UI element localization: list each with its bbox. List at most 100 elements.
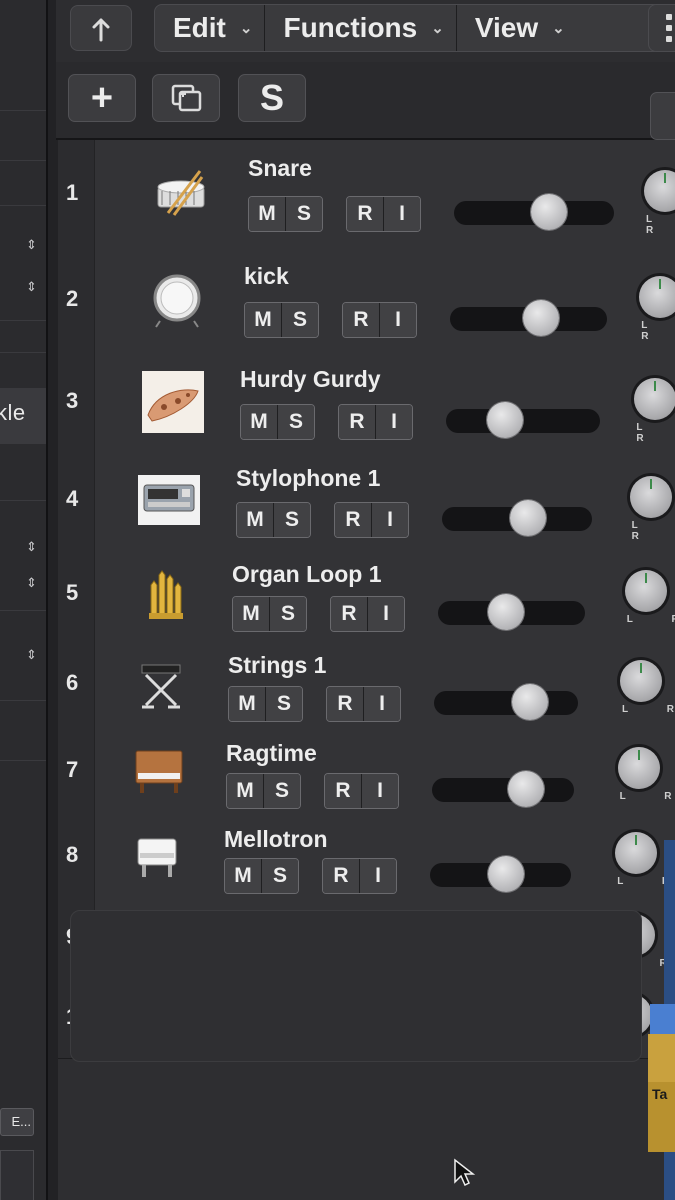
track-name[interactable]: Snare	[248, 155, 312, 182]
pan-knob[interactable]	[620, 660, 662, 702]
keyboard-stand-icon[interactable]	[130, 653, 192, 715]
kick-drum-icon[interactable]	[146, 269, 208, 331]
audio-region[interactable]	[648, 1034, 675, 1084]
solo-button[interactable]: S	[264, 773, 300, 808]
input-monitor-button[interactable]: I	[380, 303, 416, 338]
track-name[interactable]: Hurdy Gurdy	[240, 366, 381, 393]
record-enable-button[interactable]: R	[347, 197, 384, 232]
record-enable-button[interactable]: R	[335, 502, 372, 537]
empty-track-area[interactable]	[70, 910, 642, 1062]
volume-slider-thumb[interactable]	[488, 856, 524, 892]
pan-knob[interactable]	[639, 276, 675, 318]
track-row[interactable]: 4 Stylophone 1MSRIL R	[58, 452, 675, 549]
solo-button[interactable]: S	[278, 405, 314, 439]
global-solo-button[interactable]: S	[238, 74, 306, 122]
mellotron-icon[interactable]	[126, 825, 188, 887]
more-menu-button[interactable]	[648, 4, 675, 52]
volume-slider-thumb[interactable]	[510, 499, 546, 536]
volume-slider[interactable]	[454, 194, 614, 231]
track-number: 2	[66, 286, 79, 311]
track-row[interactable]: 6Strings 1MSRIL R	[58, 640, 675, 729]
menu-view[interactable]: View ⌄	[457, 5, 577, 51]
stepper-icon[interactable]: ⇕	[26, 540, 37, 553]
volume-slider-thumb[interactable]	[523, 300, 559, 337]
record-enable-button[interactable]: R	[327, 686, 364, 721]
volume-slider[interactable]	[432, 770, 574, 807]
hurdy-gurdy-icon[interactable]	[142, 371, 204, 433]
solo-button[interactable]: S	[270, 596, 306, 631]
track-row[interactable]: 5Organ Loop 1MSRIL R	[58, 548, 675, 641]
solo-button[interactable]: S	[282, 303, 318, 338]
inspector-bottom-button[interactable]: E...	[0, 1108, 34, 1136]
mute-button[interactable]: M	[241, 405, 278, 439]
volume-slider[interactable]	[446, 402, 600, 438]
menu-edit[interactable]: Edit ⌄	[155, 5, 266, 51]
pan-knob[interactable]	[644, 170, 675, 212]
track-row[interactable]: 2 kick M S R I L R	[58, 248, 675, 353]
pan-knob[interactable]	[634, 378, 675, 420]
track-name[interactable]: Organ Loop 1	[232, 561, 382, 588]
stepper-icon[interactable]: ⇕	[26, 280, 37, 293]
stepper-icon[interactable]: ⇕	[26, 238, 37, 251]
volume-slider[interactable]	[450, 300, 607, 337]
record-enable-button[interactable]: R	[343, 303, 380, 338]
solo-button[interactable]: S	[286, 197, 322, 232]
mute-button[interactable]: M	[227, 773, 264, 808]
solo-button[interactable]: S	[266, 686, 302, 721]
input-monitor-button[interactable]: I	[384, 197, 420, 232]
input-monitor-button[interactable]: I	[376, 405, 412, 439]
volume-slider-thumb[interactable]	[531, 194, 567, 231]
mute-button[interactable]: M	[249, 197, 286, 232]
add-track-button[interactable]: +	[68, 74, 136, 122]
mute-button[interactable]: M	[237, 502, 274, 537]
record-enable-button[interactable]: R	[339, 405, 376, 439]
volume-slider[interactable]	[430, 856, 571, 892]
volume-slider-thumb[interactable]	[488, 593, 524, 630]
stepper-icon[interactable]: ⇕	[26, 648, 37, 661]
volume-slider-thumb[interactable]	[487, 402, 523, 438]
pan-knob[interactable]	[629, 476, 672, 518]
organ-pipes-icon[interactable]	[134, 563, 196, 625]
volume-slider[interactable]	[442, 499, 592, 536]
record-enable-button[interactable]: R	[323, 859, 360, 893]
pan-knob[interactable]	[615, 832, 658, 874]
region-header[interactable]	[650, 1004, 675, 1034]
pan-knob[interactable]	[624, 570, 667, 612]
input-monitor-button[interactable]: I	[362, 773, 398, 808]
upright-piano-icon[interactable]	[128, 740, 190, 802]
track-row[interactable]: 7RagtimeMSRIL R	[58, 728, 675, 815]
volume-slider-thumb[interactable]	[508, 770, 544, 807]
pan-knob[interactable]	[617, 747, 660, 789]
stepper-icon[interactable]: ⇕	[26, 576, 37, 589]
track-name[interactable]: kick	[244, 263, 289, 290]
snare-drum-icon[interactable]	[150, 163, 212, 225]
track-name[interactable]: Strings 1	[228, 652, 326, 679]
input-monitor-button[interactable]: I	[372, 502, 408, 537]
mute-solo-group: MS	[248, 196, 323, 233]
mute-button[interactable]: M	[225, 859, 262, 893]
solo-button[interactable]: S	[262, 859, 298, 893]
track-name[interactable]: Stylophone 1	[236, 465, 380, 492]
edge-toggle-button[interactable]	[650, 92, 675, 140]
menu-functions[interactable]: Functions ⌄	[265, 5, 457, 51]
track-row[interactable]: 1 Snare M S R I L R	[58, 140, 675, 249]
track-name[interactable]: Ragtime	[226, 740, 317, 767]
record-enable-button[interactable]: R	[331, 596, 368, 631]
duplicate-track-button[interactable]	[152, 74, 220, 122]
input-monitor-button[interactable]: I	[364, 686, 400, 721]
track-row[interactable]: 3 Hurdy Gurdy M S R I L R	[58, 352, 675, 453]
mute-button[interactable]: M	[229, 686, 266, 721]
input-monitor-button[interactable]: I	[360, 859, 396, 893]
record-enable-button[interactable]: R	[325, 773, 362, 808]
mute-button[interactable]: M	[233, 596, 270, 631]
stylophone-icon[interactable]	[138, 469, 200, 531]
volume-slider[interactable]	[438, 593, 585, 630]
back-button[interactable]	[70, 5, 132, 51]
volume-slider[interactable]	[434, 683, 578, 720]
track-row[interactable]: 8MellotronMSRIL R	[58, 814, 675, 899]
volume-slider-thumb[interactable]	[512, 683, 548, 720]
solo-button[interactable]: S	[274, 502, 310, 537]
mute-button[interactable]: M	[245, 303, 282, 338]
input-monitor-button[interactable]: I	[368, 596, 404, 631]
track-name[interactable]: Mellotron	[224, 826, 328, 853]
